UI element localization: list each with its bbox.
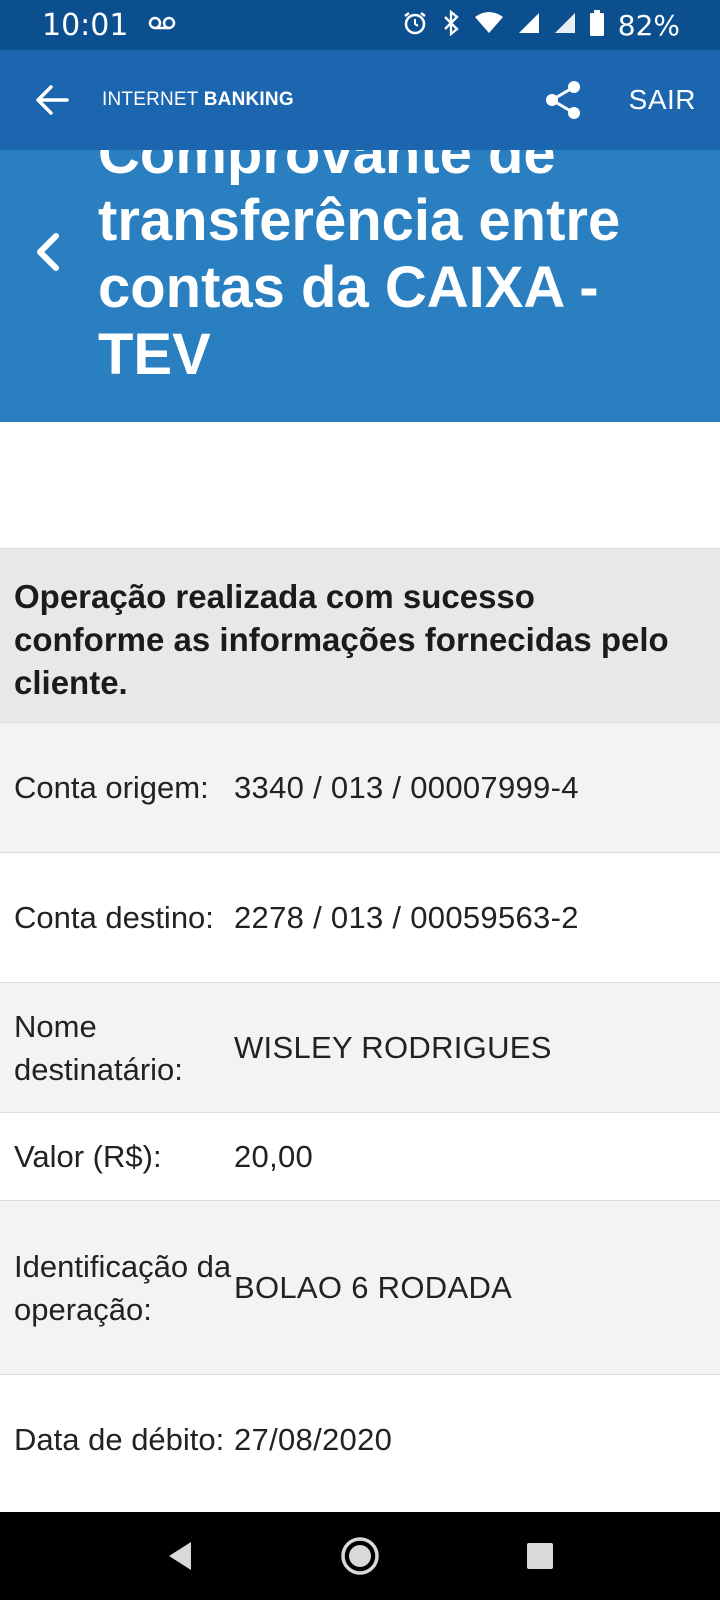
status-bar: 10:01 82%	[0, 0, 720, 50]
detail-label: Identificação da operação:	[14, 1248, 232, 1327]
detail-value: 27/08/2020	[234, 1421, 393, 1457]
detail-value: 3340 / 013 / 00007999-4	[234, 769, 579, 805]
app-bar: INTERNET BANKING SAIR	[0, 50, 720, 150]
share-icon[interactable]	[541, 78, 585, 122]
receipt-details: Conta origem: 3340 / 013 / 00007999-4 Co…	[0, 722, 720, 1504]
detail-label: Conta destino:	[14, 900, 214, 935]
detail-label: Conta origem:	[14, 770, 209, 805]
system-nav-bar	[0, 1512, 720, 1600]
detail-row-recipient-name: Nome destinatário: WISLEY RODRIGUES	[0, 982, 720, 1112]
detail-label: Nome destinatário:	[14, 1008, 183, 1087]
detail-row-destination-account: Conta destino: 2278 / 013 / 00059563-2	[0, 852, 720, 982]
detail-value: 20,00	[234, 1138, 314, 1174]
detail-value: 2278 / 013 / 00059563-2	[234, 899, 579, 935]
app-title-bold: BANKING	[203, 89, 294, 110]
battery-icon	[589, 9, 604, 41]
wifi-icon	[474, 11, 504, 40]
chevron-left-icon[interactable]	[30, 230, 66, 274]
page-header: Comprovante de transferência entre conta…	[0, 150, 720, 422]
app-title: INTERNET BANKING	[102, 89, 541, 111]
detail-row-source-account: Conta origem: 3340 / 013 / 00007999-4	[0, 722, 720, 852]
detail-row-amount: Valor (R$): 20,00	[0, 1112, 720, 1200]
bluetooth-icon	[442, 9, 460, 41]
voicemail-icon	[148, 15, 176, 36]
logout-button[interactable]: SAIR	[629, 84, 696, 116]
alarm-icon	[402, 10, 428, 41]
success-message: Operação realizada com sucesso conforme …	[0, 548, 720, 722]
nav-home-icon[interactable]	[330, 1526, 390, 1586]
detail-label: Valor (R$):	[14, 1139, 162, 1174]
signal-icon	[554, 12, 576, 39]
detail-value: WISLEY RODRIGUES	[234, 1029, 552, 1065]
back-arrow-icon[interactable]	[32, 80, 72, 120]
nav-back-icon[interactable]	[150, 1526, 210, 1586]
detail-row-debit-date: Data de débito: 27/08/2020	[0, 1374, 720, 1504]
app-title-regular: INTERNET	[102, 89, 199, 110]
detail-row-operation-id: Identificação da operação: BOLAO 6 RODAD…	[0, 1200, 720, 1374]
battery-percentage: 82%	[617, 8, 680, 42]
signal-icon	[518, 12, 540, 39]
detail-value: BOLAO 6 RODADA	[234, 1269, 513, 1305]
detail-label: Data de débito:	[14, 1422, 225, 1457]
page-title: Comprovante de transferência entre conta…	[98, 150, 621, 387]
nav-recents-icon[interactable]	[510, 1526, 570, 1586]
status-time: 10:01	[42, 7, 129, 43]
